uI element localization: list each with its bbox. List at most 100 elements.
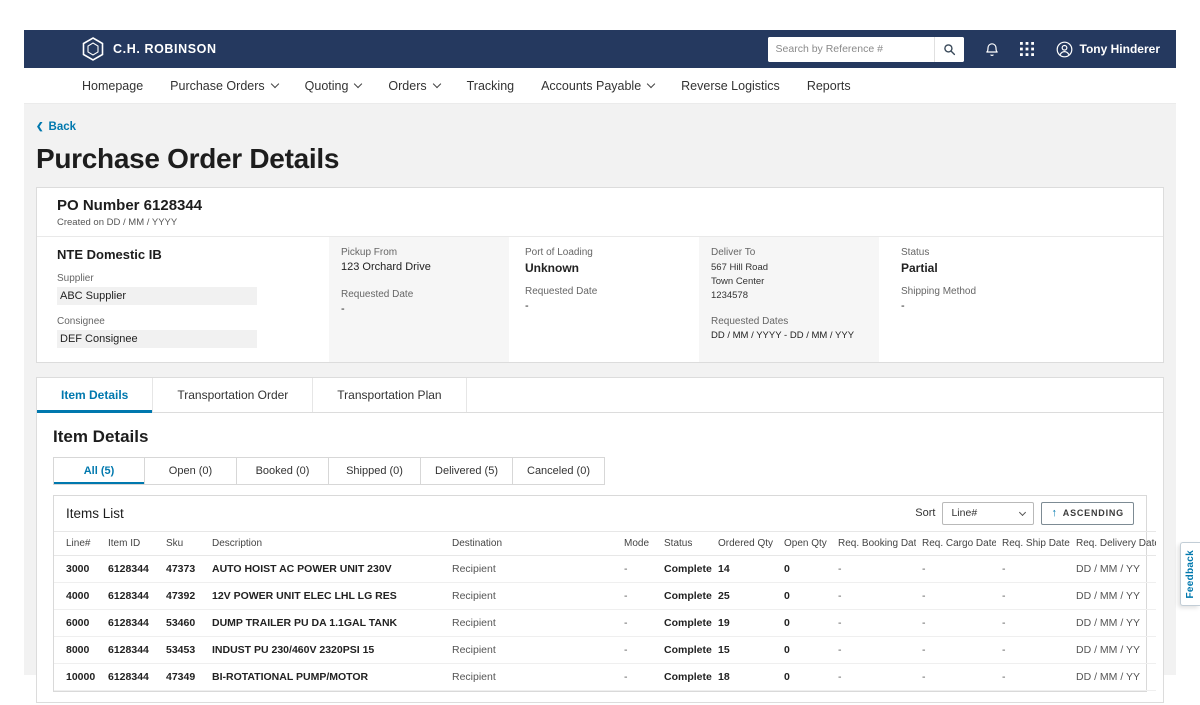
user-icon [1056,41,1073,58]
application-frame: C.H. ROBINSON Tony Hinderer [24,30,1176,675]
nav-item-purchase-orders[interactable]: Purchase Orders [170,79,277,93]
nav-item-orders[interactable]: Orders [388,79,439,93]
supplier-field: Supplier ABC Supplier [57,273,329,305]
cell-description: 12V POWER UNIT ELEC LHL LG RES [206,582,446,609]
po-created: Created on DD / MM / YYYY [57,217,1143,228]
apps-grid-icon [1020,42,1034,56]
cell-status: Complete [658,609,712,636]
sort-direction-label: ASCENDING [1063,508,1124,518]
cell-sku: 47392 [160,582,206,609]
filter-open[interactable]: Open (0) [145,457,237,485]
apps-grid-button[interactable] [1020,42,1034,56]
cell-req-delivery-date: DD / MM / YY [1070,582,1156,609]
deliver-to-line: Town Center [711,275,867,289]
status-label: Status [901,247,1143,258]
sort-direction-button[interactable]: ↑ ASCENDING [1041,502,1134,525]
cell-destination: Recipient [446,636,618,663]
cell-item-id: 6128344 [102,636,160,663]
nav-label: Purchase Orders [170,79,264,93]
tab-label: Item Details [61,388,128,402]
column-header: Req. Ship Date [996,531,1070,555]
cell-req-ship-date: - [996,636,1070,663]
cell-ordered-qty: 25 [712,582,778,609]
notifications-button[interactable] [984,41,1000,58]
created-label: Created on [57,217,104,228]
brand-home-link[interactable]: C.H. ROBINSON [82,37,217,61]
cell-status: Complete [658,555,712,582]
arrow-up-icon: ↑ [1051,508,1057,519]
cell-line-number: 3000 [54,555,102,582]
nav-item-reports[interactable]: Reports [807,79,851,93]
requested-dates-value: DD / MM / YYYY - DD / MM / YYY [711,330,867,341]
items-table: Line# Item ID Sku Description Destinatio… [54,531,1156,691]
chevron-down-icon [432,80,440,88]
nav-item-quoting[interactable]: Quoting [305,79,362,93]
nav-item-homepage[interactable]: Homepage [82,79,143,93]
tab-transportation-plan[interactable]: Transportation Plan [313,378,466,412]
column-header: Req. Cargo Date [916,531,996,555]
requested-date-label: Requested Date [341,289,497,300]
feedback-tab[interactable]: Feedback [1180,542,1200,606]
cell-description: AUTO HOIST AC POWER UNIT 230V [206,555,446,582]
back-link[interactable]: ❮ Back [36,121,76,133]
cell-ordered-qty: 14 [712,555,778,582]
cell-open-qty: 0 [778,609,832,636]
filter-shipped[interactable]: Shipped (0) [329,457,421,485]
nav-label: Homepage [82,79,143,93]
nav-item-tracking[interactable]: Tracking [467,79,514,93]
filter-all[interactable]: All (5) [53,457,145,485]
items-list-header: Items List Sort Line# ↑ ASCENDING [54,496,1146,531]
search-icon [943,43,956,56]
search-button[interactable] [934,37,964,62]
filter-booked[interactable]: Booked (0) [237,457,329,485]
cell-sku: 53460 [160,609,206,636]
nav-item-reverse-logistics[interactable]: Reverse Logistics [681,79,780,93]
search-input[interactable] [768,37,934,62]
items-list-box: Items List Sort Line# ↑ ASCENDING [53,495,1147,692]
tab-transportation-order[interactable]: Transportation Order [153,378,313,412]
cell-destination: Recipient [446,582,618,609]
deliver-to-label: Deliver To [711,247,867,258]
cell-status: Complete [658,663,712,690]
cell-mode: - [618,609,658,636]
cell-line-number: 6000 [54,609,102,636]
nav-label: Quoting [305,79,349,93]
cell-description: BI-ROTATIONAL PUMP/MOTOR [206,663,446,690]
filter-canceled[interactable]: Canceled (0) [513,457,605,485]
cell-status: Complete [658,636,712,663]
sort-label: Sort [915,507,935,519]
requested-date-value: - [525,300,699,312]
sort-select[interactable]: Line# [942,502,1034,525]
filter-delivered[interactable]: Delivered (5) [421,457,513,485]
nav-label: Reverse Logistics [681,79,780,93]
column-header: Destination [446,531,618,555]
requested-dates-label: Requested Dates [711,316,867,327]
tab-item-details[interactable]: Item Details [37,378,153,412]
column-header: Req. Delivery Date [1070,531,1156,555]
cell-req-cargo-date: - [916,555,996,582]
top-navigation-bar: C.H. ROBINSON Tony Hinderer [24,30,1176,68]
column-header: Sku [160,531,206,555]
pickup-column: Pickup From 123 Orchard Drive Requested … [329,237,509,362]
cell-mode: - [618,582,658,609]
column-header: Open Qty [778,531,832,555]
cell-status: Complete [658,582,712,609]
nav-item-accounts-payable[interactable]: Accounts Payable [541,79,654,93]
detail-tabs: Item Details Transportation Order Transp… [37,378,1163,413]
cell-open-qty: 0 [778,663,832,690]
items-table-body: 3000 6128344 47373 AUTO HOIST AC POWER U… [54,555,1156,690]
cell-open-qty: 0 [778,555,832,582]
user-menu[interactable]: Tony Hinderer [1056,41,1160,58]
cell-mode: - [618,555,658,582]
item-details-panel: Item Details All (5) Open (0) Booked (0)… [37,413,1163,702]
cell-description: INDUST PU 230/460V 2320PSI 15 [206,636,446,663]
cell-req-cargo-date: - [916,609,996,636]
cell-mode: - [618,636,658,663]
bell-icon [984,41,1000,58]
status-filter-tabs: All (5) Open (0) Booked (0) Shipped (0) … [53,457,1151,485]
status-column: Status Partial Shipping Method - [879,237,1143,362]
cell-description: DUMP TRAILER PU DA 1.1GAL TANK [206,609,446,636]
sort-selected-value: Line# [951,507,977,519]
port-of-loading-label: Port of Loading [525,247,699,258]
cell-ordered-qty: 19 [712,609,778,636]
